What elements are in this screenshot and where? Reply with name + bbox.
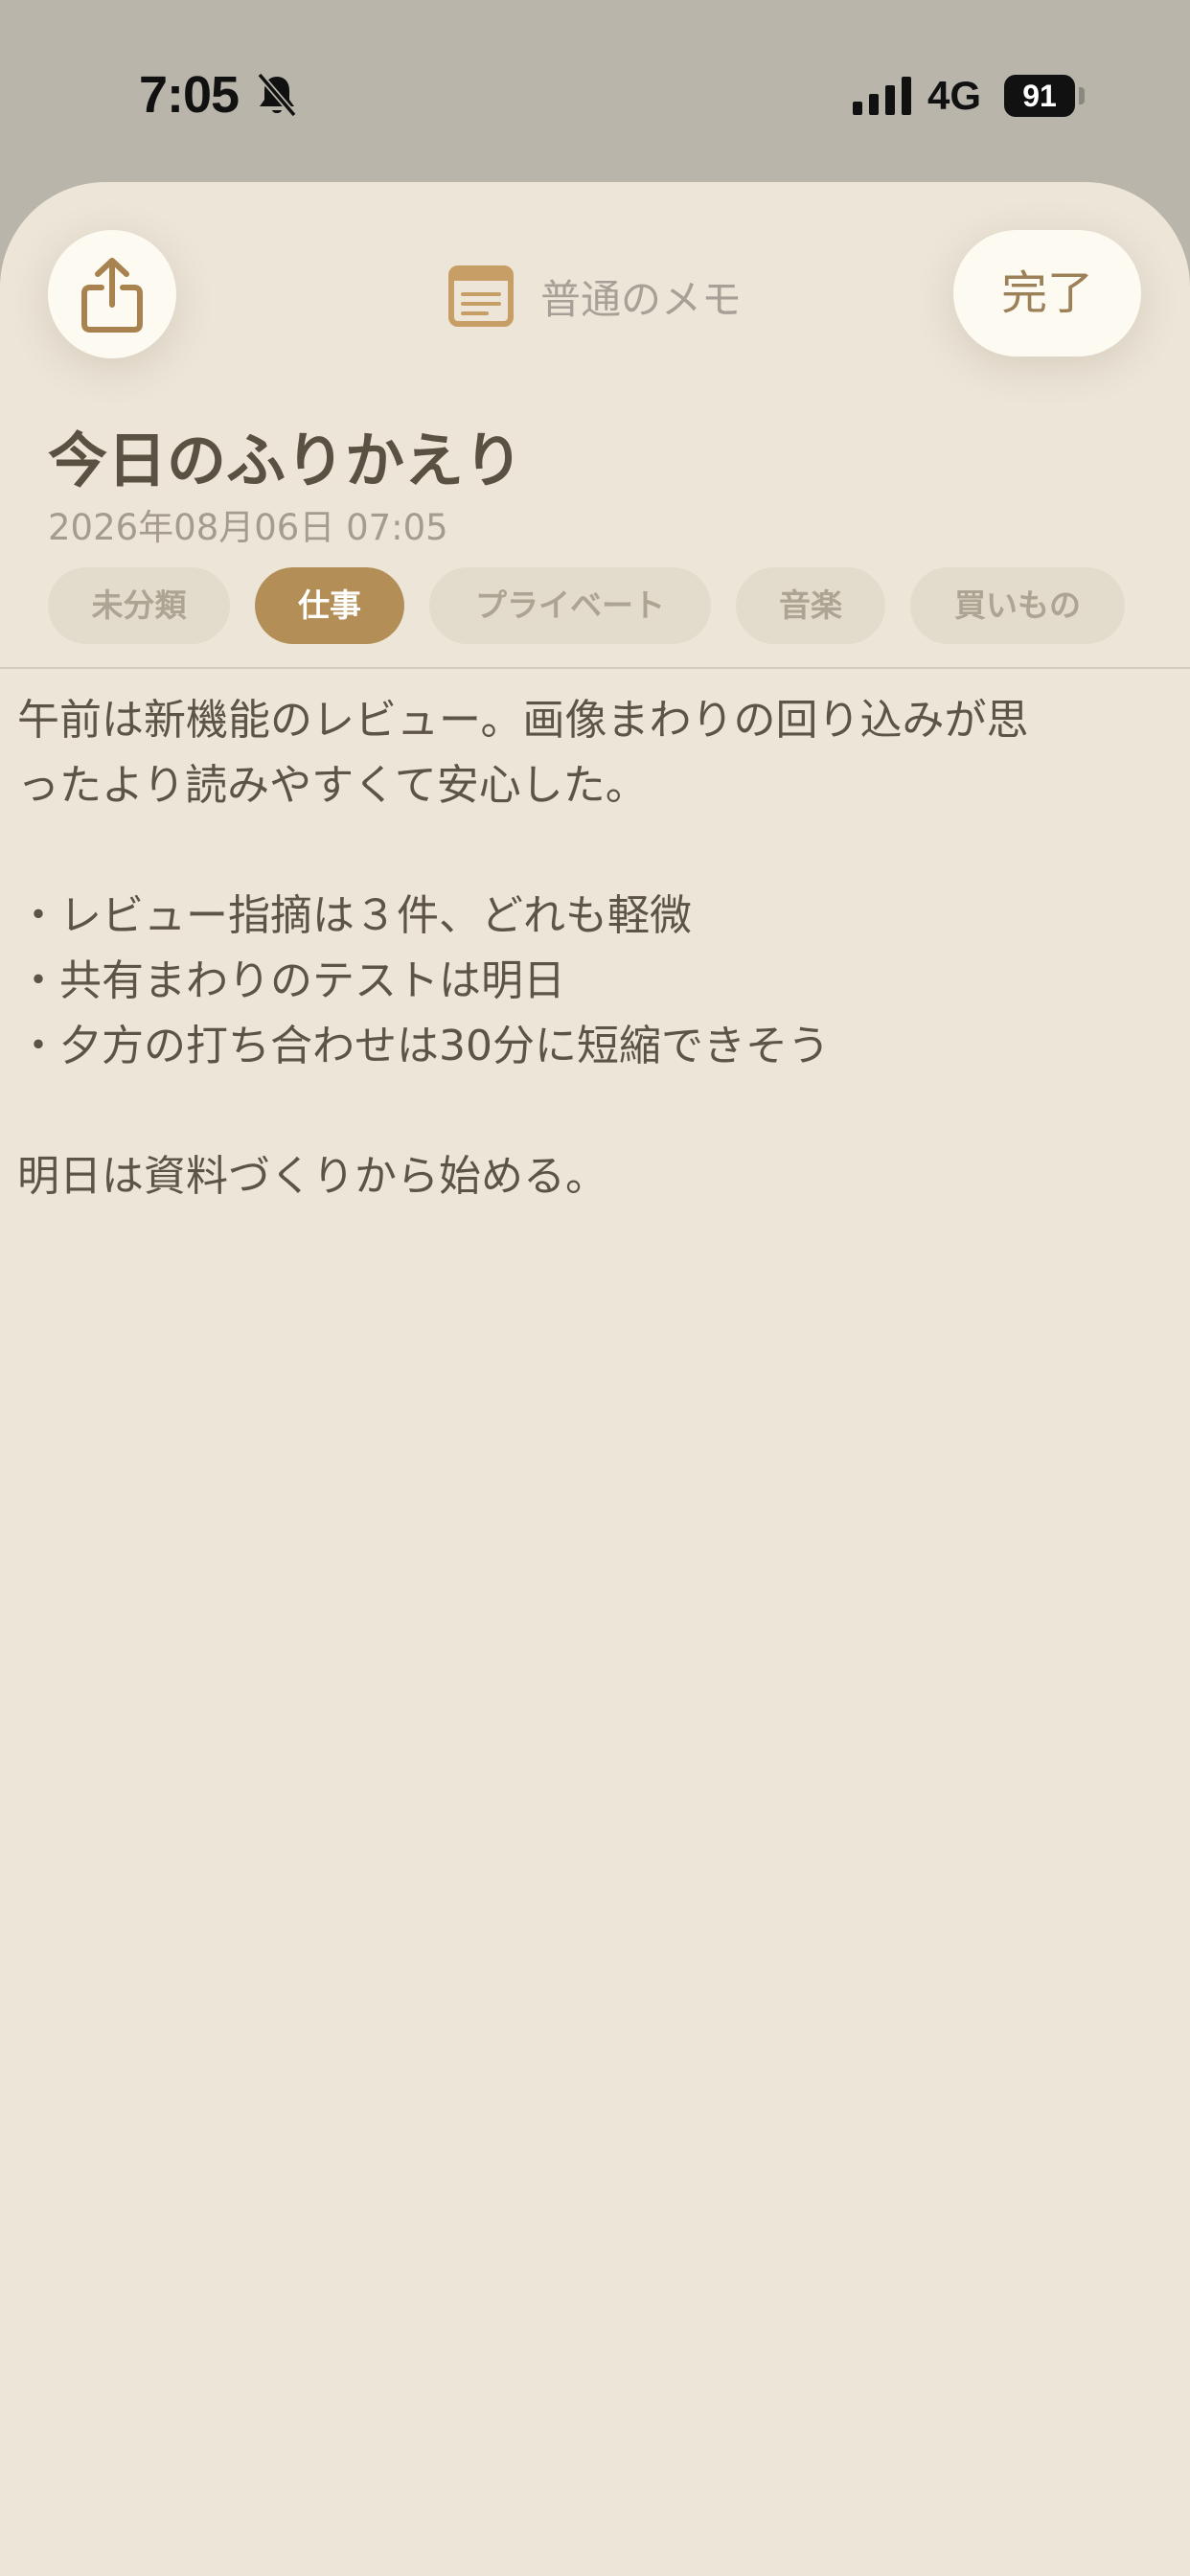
battery-level: 91 [1004, 75, 1075, 117]
signal-icon [853, 77, 911, 115]
note-type-label: 普通のメモ [540, 275, 743, 323]
share-button[interactable] [48, 230, 176, 358]
note-body-line: 明日は資料づくりから始める。 [17, 1152, 607, 1201]
note-date: 2026年08月06日 07:05 [48, 507, 448, 548]
note-type-selector[interactable]: 普通のメモ [448, 264, 742, 328]
tag-uncategorized[interactable]: 未分類 [48, 567, 230, 644]
tag-private[interactable]: プライベート [429, 567, 711, 644]
tag-music[interactable]: 音楽 [736, 567, 885, 644]
note-sheet: 普通のメモ 完了 今日のふりかえり 2026年08月06日 07:05 未分類 … [0, 182, 1190, 2576]
note-body-line: ・共有まわりのテストは明日 [17, 956, 565, 1005]
note-title[interactable]: 今日のふりかえり [48, 412, 523, 498]
note-icon [448, 265, 514, 327]
note-body-line: ったより読みやすくて安心した。 [17, 761, 648, 810]
tag-work[interactable]: 仕事 [255, 567, 404, 644]
note-body-line [17, 1079, 1177, 1144]
note-body-line [17, 818, 1177, 884]
done-button[interactable]: 完了 [953, 230, 1141, 356]
tag-shopping[interactable]: 買いもの [910, 567, 1125, 644]
status-time: 7:05 [139, 66, 240, 124]
share-icon [81, 258, 143, 333]
note-body-line: 午前は新機能のレビュー。画像まわりの回り込みが思 [17, 696, 1029, 745]
status-bar: 7:05 4G 91 [0, 0, 1190, 182]
note-body-line: ・レビュー指摘は３件、どれも軽微 [17, 891, 692, 940]
bell-slash-icon [257, 72, 297, 118]
note-body-line: ・夕方の打ち合わせは30分に短縮できそう [17, 1022, 830, 1070]
divider [0, 667, 1190, 669]
note-body[interactable]: 午前は新機能のレビュー。画像まわりの回り込みが思 ったより読みやすくて安心した。… [17, 688, 1177, 1209]
battery-tip [1079, 87, 1085, 104]
network-type: 4G [927, 73, 982, 118]
battery-indicator: 91 [1004, 75, 1085, 117]
